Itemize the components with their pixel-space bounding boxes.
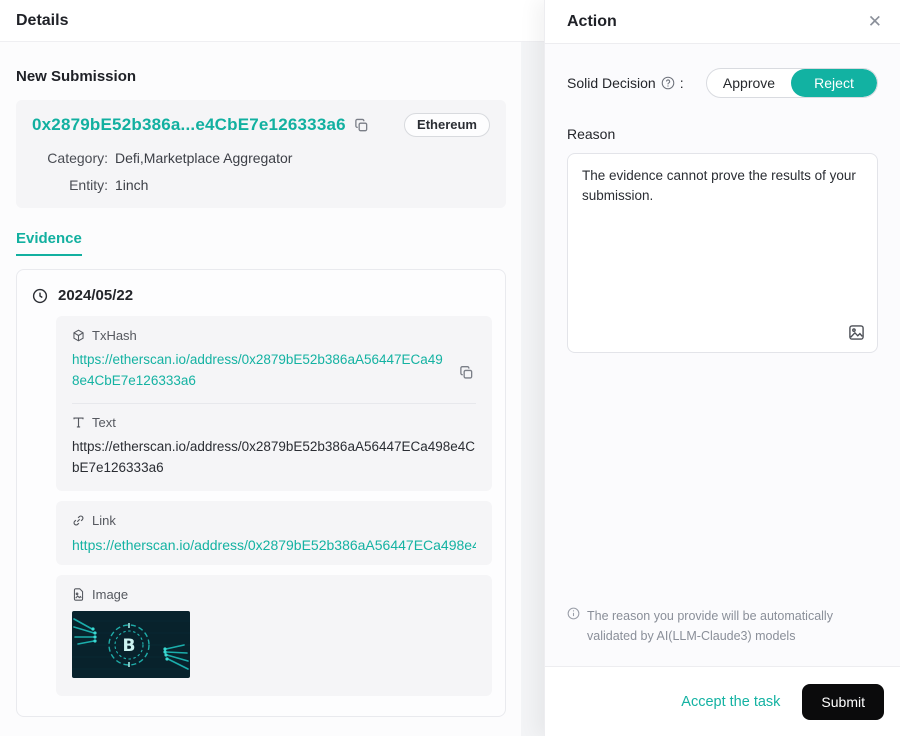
decision-colon: : [680, 75, 684, 91]
help-icon[interactable] [661, 76, 675, 90]
txhash-label: TxHash [92, 328, 137, 343]
clock-icon [32, 288, 48, 304]
text-value: https://etherscan.io/address/0x2879bE52b… [72, 437, 476, 479]
action-header: Action ✕ [545, 0, 900, 44]
image-label: Image [92, 587, 128, 602]
page: Details New Submission 0x2879bE52b386a..… [0, 0, 900, 736]
decision-row: Solid Decision : Approve Reject [567, 68, 878, 98]
evidence-thumbnail[interactable]: B [72, 611, 190, 678]
svg-text:B: B [123, 636, 136, 656]
action-footer: Accept the task Submit [545, 666, 900, 736]
reject-button[interactable]: Reject [791, 69, 877, 97]
text-label: Text [92, 415, 116, 430]
decision-label: Solid Decision [567, 75, 656, 91]
decision-segmented-control: Approve Reject [706, 68, 878, 98]
info-icon [567, 607, 580, 646]
details-header: Details [0, 0, 544, 42]
text-label-row: Text [72, 415, 476, 430]
txhash-link[interactable]: https://etherscan.io/address/0x2879bE52b… [72, 350, 446, 392]
category-label: Category: [32, 150, 108, 166]
evidence-txhash-card: TxHash https://etherscan.io/address/0x28… [56, 316, 492, 491]
submission-hash[interactable]: 0x2879bE52b386a...e4CbE7e126333a6 [32, 115, 346, 135]
evidence-card: 2024/05/22 TxHash [16, 269, 506, 717]
text-icon [72, 416, 85, 429]
evidence-link-card: Link https://etherscan.io/address/0x2879… [56, 501, 492, 565]
validation-note-text: The reason you provide will be automatic… [587, 606, 874, 646]
link-label: Link [92, 513, 116, 528]
details-content: New Submission 0x2879bE52b386a...e4CbE7e… [0, 42, 521, 736]
reason-label: Reason [567, 126, 878, 142]
category-value: Defi,Marketplace Aggregator [115, 150, 490, 166]
close-icon[interactable]: ✕ [868, 13, 882, 30]
approve-button[interactable]: Approve [707, 69, 791, 97]
submission-fields: Category: Defi,Marketplace Aggregator En… [32, 150, 490, 193]
submission-hash-row: 0x2879bE52b386a...e4CbE7e126333a6 Ethere… [32, 113, 490, 137]
entity-value: 1inch [115, 177, 490, 193]
decision-label-group: Solid Decision : [567, 75, 684, 91]
txhash-link-wrap: https://etherscan.io/address/0x2879bE52b… [72, 350, 476, 392]
action-body: Solid Decision : Approve Reject Reas [545, 44, 900, 666]
reason-textarea[interactable]: The evidence cannot prove the results of… [568, 154, 877, 352]
copy-icon[interactable] [354, 118, 369, 133]
evidence-date: 2024/05/22 [58, 287, 133, 304]
evidence-image-card: Image [56, 575, 492, 696]
accept-task-link[interactable]: Accept the task [681, 694, 780, 710]
attach-image-icon[interactable] [848, 324, 865, 341]
evidence-link[interactable]: https://etherscan.io/address/0x2879bE52b… [72, 537, 476, 553]
details-title: Details [16, 12, 68, 30]
validation-note: The reason you provide will be automatic… [567, 606, 878, 646]
entity-label: Entity: [32, 177, 108, 193]
new-submission-heading: New Submission [16, 68, 506, 85]
image-label-row: Image [72, 587, 476, 602]
action-drawer: Action ✕ Solid Decision : [544, 0, 900, 736]
divider [72, 403, 476, 404]
action-title: Action [567, 13, 617, 31]
details-panel: Details New Submission 0x2879bE52b386a..… [0, 0, 544, 736]
submit-button[interactable]: Submit [802, 684, 884, 720]
link-label-row: Link [72, 513, 476, 528]
evidence-items: TxHash https://etherscan.io/address/0x28… [56, 316, 492, 696]
evidence-date-row: 2024/05/22 [32, 283, 492, 316]
block-icon [72, 329, 85, 342]
file-image-icon [72, 588, 85, 601]
txhash-label-row: TxHash [72, 328, 476, 343]
submission-card: 0x2879bE52b386a...e4CbE7e126333a6 Ethere… [16, 100, 506, 208]
copy-icon[interactable] [459, 365, 474, 380]
tab-evidence[interactable]: Evidence [16, 230, 82, 256]
reason-box: The evidence cannot prove the results of… [567, 153, 878, 353]
link-icon [72, 514, 85, 527]
chain-badge: Ethereum [404, 113, 490, 137]
